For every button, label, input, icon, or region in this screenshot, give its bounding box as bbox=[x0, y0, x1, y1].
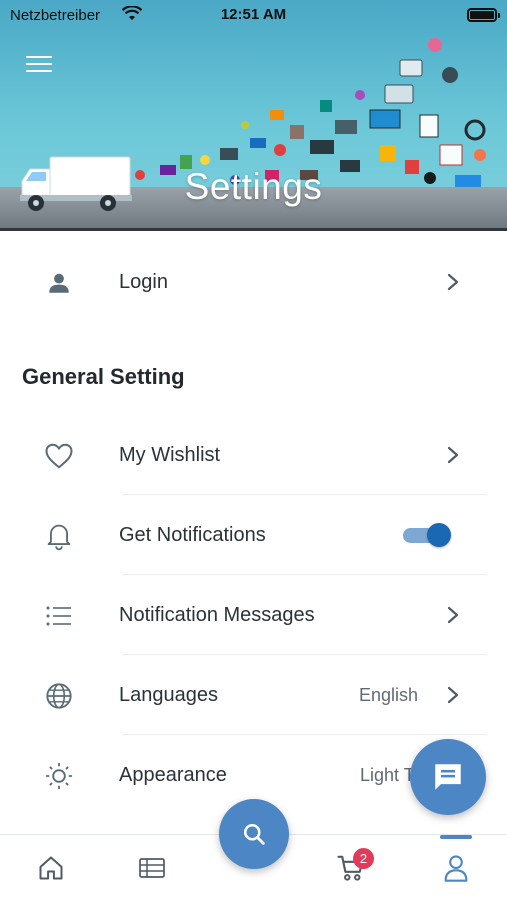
list-icon bbox=[44, 601, 74, 631]
account-icon bbox=[444, 855, 468, 882]
chat-icon bbox=[435, 764, 461, 790]
notification-messages-label: Notification Messages bbox=[119, 604, 315, 626]
search-icon bbox=[243, 823, 265, 845]
home-icon bbox=[39, 856, 63, 880]
login-row[interactable]: Login bbox=[0, 242, 507, 322]
page-title: Settings bbox=[184, 166, 323, 207]
active-tab-indicator bbox=[440, 835, 472, 839]
notifications-label: Get Notifications bbox=[119, 524, 266, 546]
chat-button[interactable] bbox=[410, 739, 486, 815]
tab-home[interactable] bbox=[21, 835, 81, 900]
heart-icon bbox=[44, 441, 74, 471]
notification-messages-row[interactable]: Notification Messages bbox=[0, 575, 507, 655]
appearance-label: Appearance bbox=[119, 764, 227, 786]
tab-account[interactable] bbox=[426, 835, 486, 900]
wishlist-label: My Wishlist bbox=[119, 444, 221, 466]
settings-header-banner: Settings bbox=[0, 0, 507, 231]
bell-icon bbox=[44, 521, 74, 551]
clock: 12:51 AM bbox=[220, 6, 287, 23]
chevron-right-icon bbox=[447, 273, 459, 291]
hamburger-menu-icon[interactable] bbox=[26, 56, 52, 76]
chevron-right-icon bbox=[447, 686, 459, 704]
languages-label: Languages bbox=[119, 684, 218, 706]
sun-icon bbox=[44, 761, 74, 791]
status-bar: Netzbetreiber 12:51 AM bbox=[0, 0, 507, 30]
wishlist-row[interactable]: My Wishlist bbox=[0, 415, 507, 495]
tab-cart[interactable] bbox=[321, 835, 381, 900]
notifications-row: Get Notifications bbox=[0, 495, 507, 575]
chevron-right-icon bbox=[447, 446, 459, 464]
notifications-toggle[interactable] bbox=[403, 523, 451, 547]
language-value: English bbox=[358, 685, 418, 705]
banner-bottom-line bbox=[0, 228, 507, 231]
section-title-general-setting: General Setting bbox=[22, 364, 185, 389]
tab-catalog[interactable] bbox=[122, 835, 182, 900]
chevron-right-icon bbox=[447, 606, 459, 624]
appearance-value: Light T bbox=[360, 765, 415, 785]
toggle-knob bbox=[427, 523, 451, 547]
catalog-icon bbox=[139, 858, 165, 878]
person-icon bbox=[44, 268, 74, 298]
languages-row[interactable]: Languages English bbox=[0, 655, 507, 735]
login-label: Login bbox=[119, 271, 168, 293]
search-button[interactable] bbox=[219, 799, 289, 869]
battery-icon bbox=[467, 8, 500, 22]
cart-count-badge: 2 bbox=[353, 848, 374, 869]
globe-icon bbox=[44, 681, 74, 711]
